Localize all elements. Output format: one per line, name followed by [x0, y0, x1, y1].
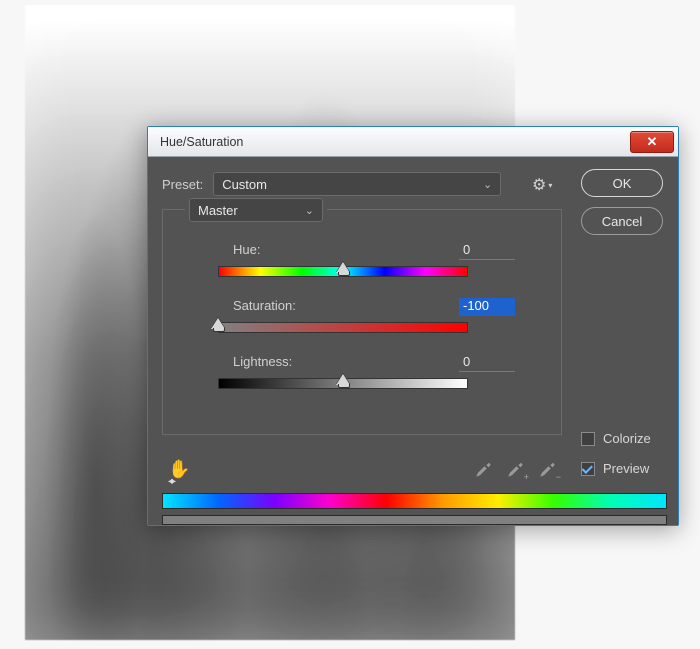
- saturation-thumb[interactable]: [211, 318, 225, 329]
- chevron-down-icon: ⌄: [305, 204, 314, 217]
- sliders-panel: Master ⌄ Hue: 0 Saturation: -100 Lightne…: [162, 209, 562, 435]
- cancel-label: Cancel: [602, 214, 642, 229]
- preset-row: Preset: Custom ⌄: [162, 172, 501, 196]
- eyedropper-minus-icon: [538, 461, 556, 479]
- chevron-down-icon: ⌄: [483, 178, 492, 191]
- colorize-label: Colorize: [603, 431, 651, 446]
- minus-badge: −: [556, 472, 561, 482]
- lightness-thumb[interactable]: [336, 374, 350, 385]
- close-button[interactable]: ✕: [630, 131, 674, 153]
- dialog-title: Hue/Saturation: [160, 135, 243, 149]
- colorize-checkbox[interactable]: [581, 432, 595, 446]
- channel-select-wrap: Master ⌄: [185, 198, 327, 222]
- dialog-body: Preset: Custom ⌄ ⚙▾ OK Cancel Master ⌄ H…: [148, 157, 678, 525]
- hue-thumb[interactable]: [336, 262, 350, 273]
- preview-checkbox-row[interactable]: Preview: [581, 461, 649, 476]
- saturation-label: Saturation:: [233, 298, 296, 313]
- gear-icon: ⚙: [532, 175, 546, 195]
- lightness-label: Lightness:: [233, 354, 292, 369]
- preset-label: Preset:: [162, 177, 203, 192]
- channel-value: Master: [198, 203, 238, 218]
- ok-label: OK: [613, 176, 632, 191]
- saturation-value-input[interactable]: -100: [459, 298, 515, 316]
- titlebar[interactable]: Hue/Saturation ✕: [148, 127, 678, 157]
- eyedropper-group: + −: [474, 461, 556, 479]
- output-spectrum-bar[interactable]: [162, 515, 667, 525]
- preset-value: Custom: [222, 177, 267, 192]
- plus-badge: +: [524, 472, 529, 482]
- eyedropper-plus-icon: [506, 461, 524, 479]
- hue-label: Hue:: [233, 242, 260, 257]
- preset-options-button[interactable]: ⚙▾: [532, 175, 552, 195]
- eyedropper-icon: [474, 461, 492, 479]
- colorize-checkbox-row[interactable]: Colorize: [581, 431, 651, 446]
- chevron-down-icon: ▾: [548, 181, 552, 190]
- eyedropper-minus-button[interactable]: −: [538, 461, 556, 479]
- preview-label: Preview: [603, 461, 649, 476]
- scrubby-hand-button[interactable]: ✋ ◂▸: [168, 459, 190, 487]
- ok-button[interactable]: OK: [581, 169, 663, 197]
- hue-value-input[interactable]: 0: [459, 242, 515, 260]
- cancel-button[interactable]: Cancel: [581, 207, 663, 235]
- eyedropper-plus-button[interactable]: +: [506, 461, 524, 479]
- lightness-value-input[interactable]: 0: [459, 354, 515, 372]
- saturation-track[interactable]: [218, 322, 468, 333]
- hue-spectrum-bar[interactable]: [162, 493, 667, 509]
- channel-select[interactable]: Master ⌄: [189, 198, 323, 222]
- eyedropper-button[interactable]: [474, 461, 492, 479]
- close-icon: ✕: [647, 134, 658, 150]
- preset-select[interactable]: Custom ⌄: [213, 172, 501, 196]
- preview-checkbox[interactable]: [581, 462, 595, 476]
- hue-saturation-dialog: Hue/Saturation ✕ Preset: Custom ⌄ ⚙▾ OK …: [147, 126, 679, 526]
